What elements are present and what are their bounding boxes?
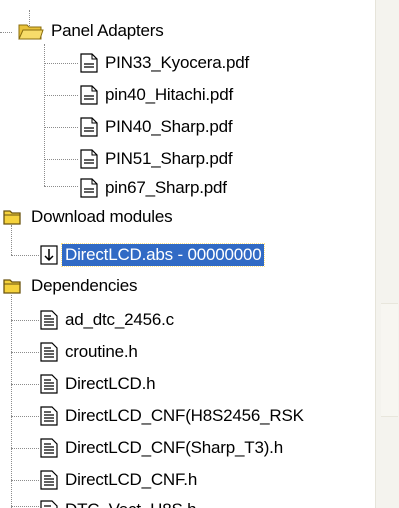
document-icon	[80, 149, 98, 169]
document-icon	[80, 53, 98, 73]
tree-connector-line	[44, 127, 78, 128]
tree-item-pdf[interactable]: PIN33_Kyocera.pdf	[80, 51, 252, 75]
tree-connector-line	[11, 480, 39, 481]
tree-connector-line	[11, 448, 39, 449]
tree-item-source-file[interactable]: DirectLCD_CNF(H8S2456_RSK	[40, 404, 307, 428]
tree-item-label: pin40_Hitachi.pdf	[105, 85, 233, 104]
text-file-icon	[40, 310, 58, 330]
folder-open-icon	[18, 21, 44, 41]
tree-connector-line	[44, 186, 78, 187]
tree-item-pdf[interactable]: PIN51_Sharp.pdf	[80, 147, 235, 171]
tree-item-label: DirectLCD.abs - 00000000	[60, 243, 266, 267]
tree-connector-line	[11, 255, 39, 256]
document-icon	[80, 85, 98, 105]
tree-connector-line	[11, 416, 39, 417]
text-file-icon	[40, 342, 58, 362]
tree-connector-line	[44, 44, 45, 186]
tree-item-label: DirectLCD_CNF(Sharp_T3).h	[65, 438, 283, 457]
text-file-icon	[40, 406, 58, 426]
tree-item-source-file[interactable]: DirectLCD_CNF(Sharp_T3).h	[40, 436, 286, 460]
tree-connector-line	[11, 320, 39, 321]
tree-connector-line	[0, 32, 12, 33]
tree-folder-panel-adapters[interactable]: Panel Adapters	[18, 19, 167, 43]
project-tree[interactable]: Panel Adapters PIN33_Kyocera.pdf pin40_H…	[0, 0, 375, 508]
tree-connector-line	[44, 159, 78, 160]
tree-connector-line	[11, 352, 39, 353]
tree-item-pdf[interactable]: pin67_Sharp.pdf	[80, 176, 230, 200]
tree-item-label: pin67_Sharp.pdf	[105, 178, 227, 197]
tree-item-pdf[interactable]: pin40_Hitachi.pdf	[80, 83, 236, 107]
tree-connector-line	[11, 506, 39, 507]
vertical-scrollbar[interactable]	[375, 0, 399, 508]
tree-folder-download-modules[interactable]: Download modules	[2, 205, 175, 229]
tree-connector-line	[11, 384, 39, 385]
tree-item-source-file[interactable]: DirectLCD.h	[40, 372, 158, 396]
download-module-icon	[40, 245, 58, 265]
tree-item-label: PIN33_Kyocera.pdf	[105, 53, 250, 72]
text-file-icon	[40, 500, 58, 508]
tree-item-label: DTC_Vect_H8S.h	[62, 499, 199, 508]
folder-icon	[2, 276, 22, 296]
scrollbar-thumb[interactable]	[381, 303, 398, 417]
tree-connector-line	[11, 225, 12, 255]
document-icon	[80, 178, 98, 198]
folder-icon	[2, 207, 22, 227]
tree-connector-line	[44, 95, 78, 96]
tree-item-source-file[interactable]: DirectLCD_CNF.h	[40, 468, 200, 492]
tree-item-pdf[interactable]: PIN40_Sharp.pdf	[80, 115, 235, 139]
tree-item-label: PIN40_Sharp.pdf	[105, 117, 233, 136]
tree-item-label: DirectLCD.h	[65, 374, 156, 393]
tree-connector-line	[44, 63, 78, 64]
tree-item-source-file[interactable]: croutine.h	[40, 340, 141, 364]
tree-item-label: ad_dtc_2456.c	[65, 310, 174, 329]
text-file-icon	[40, 438, 58, 458]
tree-item-source-file[interactable]: DTC_Vect_H8S.h	[40, 498, 199, 508]
document-icon	[80, 117, 98, 137]
tree-folder-label: Download modules	[31, 207, 173, 226]
tree-item-source-file[interactable]: ad_dtc_2456.c	[40, 308, 177, 332]
tree-folder-dependencies[interactable]: Dependencies	[2, 274, 140, 298]
tree-item-download-module[interactable]: DirectLCD.abs - 00000000	[40, 243, 266, 267]
tree-item-label: DirectLCD_CNF(H8S2456_RSK	[65, 406, 304, 425]
tree-folder-label: Panel Adapters	[51, 21, 164, 40]
tree-item-label: DirectLCD_CNF.h	[65, 470, 198, 489]
tree-item-label: croutine.h	[65, 342, 138, 361]
tree-folder-label: Dependencies	[31, 276, 138, 295]
text-file-icon	[40, 374, 58, 394]
text-file-icon	[40, 470, 58, 490]
tree-connector-line	[11, 295, 12, 508]
tree-item-label: PIN51_Sharp.pdf	[105, 149, 233, 168]
